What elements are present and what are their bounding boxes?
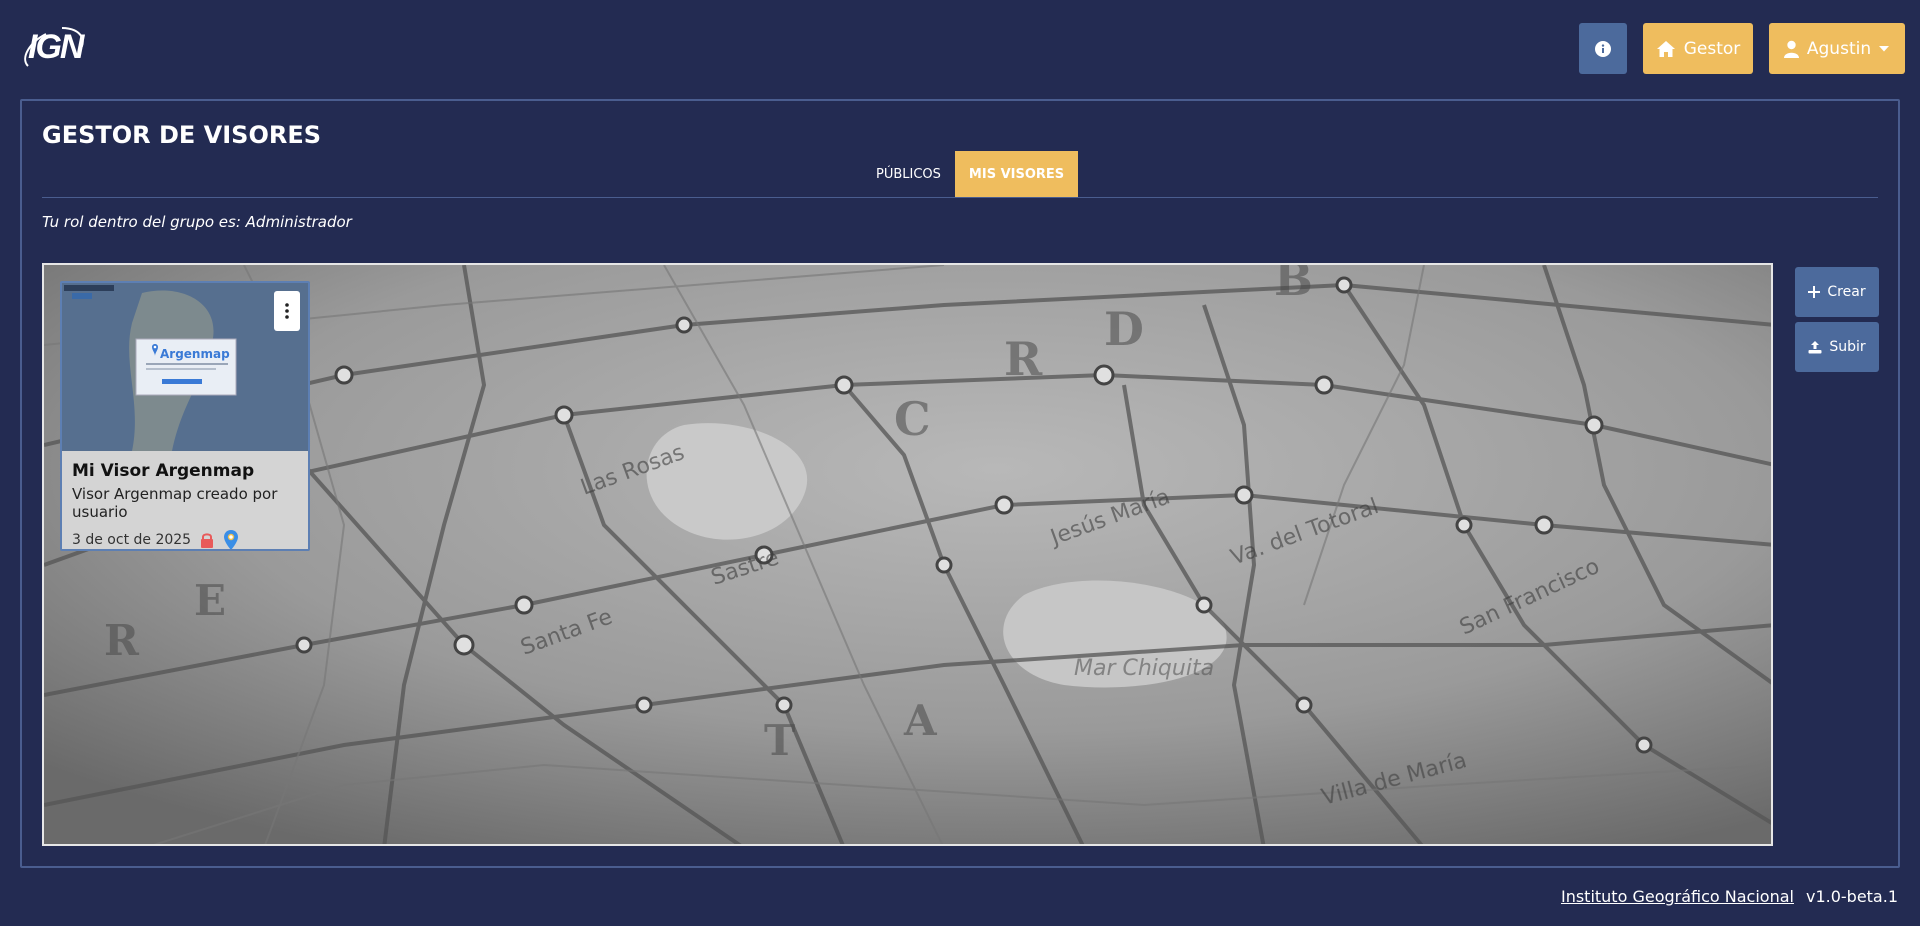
svg-text:D: D: [1104, 302, 1144, 356]
page-title: GESTOR DE VISORES: [42, 121, 322, 149]
main-panel: GESTOR DE VISORES PÚBLICOS MIS VISORES T…: [20, 99, 1900, 868]
card-title: Mi Visor Argenmap: [72, 461, 255, 481]
card-date: 3 de oct de 2025: [72, 532, 192, 548]
card-description: Visor Argenmap creado por usuario: [72, 485, 278, 521]
crear-button[interactable]: Crear: [1795, 267, 1879, 317]
tabs-divider: [42, 197, 1878, 198]
svg-text:A: A: [903, 696, 938, 745]
vertical-dots-icon: [285, 303, 289, 319]
upload-icon: [1808, 341, 1822, 354]
tab-publicos[interactable]: PÚBLICOS: [862, 151, 955, 197]
svg-text:Mar Chiquita: Mar Chiquita: [1074, 656, 1214, 681]
caret-down-icon: [1879, 45, 1890, 51]
thumbnail-image: [62, 283, 308, 451]
ign-logo[interactable]: IGN: [22, 22, 88, 72]
card-body: Mi Visor Argenmap Visor Argenmap creado …: [72, 461, 298, 549]
svg-text:R: R: [104, 616, 140, 665]
map-pin-icon: [224, 530, 239, 549]
thumbnail-brand: Argenmap: [160, 347, 230, 361]
svg-text:B: B: [1274, 265, 1313, 306]
viewers-grid: C R D B R E T A Las Rosas Sastre Jesús M…: [42, 263, 1773, 846]
card-options-button[interactable]: [274, 291, 300, 331]
info-button[interactable]: [1579, 23, 1627, 74]
user-icon: [1783, 40, 1799, 58]
home-icon: [1656, 40, 1675, 57]
user-menu-button[interactable]: Agustin: [1769, 23, 1905, 74]
version-label: v1.0-beta.1: [1805, 887, 1898, 906]
subir-button[interactable]: Subir: [1795, 322, 1879, 372]
info-circle-icon: [1595, 40, 1611, 57]
gestor-label: Gestor: [1683, 38, 1741, 59]
svg-text:T: T: [764, 716, 795, 765]
role-text: Tu rol dentro del grupo es: Administrado…: [42, 213, 352, 231]
svg-text:E: E: [194, 576, 226, 625]
visor-thumbnail[interactable]: Argenmap: [62, 283, 308, 451]
card-meta: 3 de oct de 2025: [72, 529, 298, 549]
gestor-button[interactable]: Gestor: [1643, 23, 1753, 74]
footer: Instituto Geográfico Nacional v1.0-beta.…: [1561, 887, 1898, 906]
logo-text: IGN: [28, 28, 84, 66]
tab-mis-visores[interactable]: MIS VISORES: [954, 151, 1079, 197]
visor-card[interactable]: Argenmap Mi Visor Argenmap Visor Argenma…: [60, 281, 310, 551]
user-name-label: Agustin: [1806, 38, 1872, 59]
ign-link[interactable]: Instituto Geográfico Nacional: [1561, 887, 1794, 906]
plus-icon: [1808, 286, 1821, 298]
subir-label: Subir: [1829, 339, 1866, 355]
tabs-bar: PÚBLICOS MIS VISORES: [862, 151, 1079, 197]
svg-text:C: C: [894, 392, 931, 446]
crear-label: Crear: [1827, 284, 1866, 300]
lock-icon: [201, 533, 214, 548]
svg-text:R: R: [1004, 332, 1043, 386]
